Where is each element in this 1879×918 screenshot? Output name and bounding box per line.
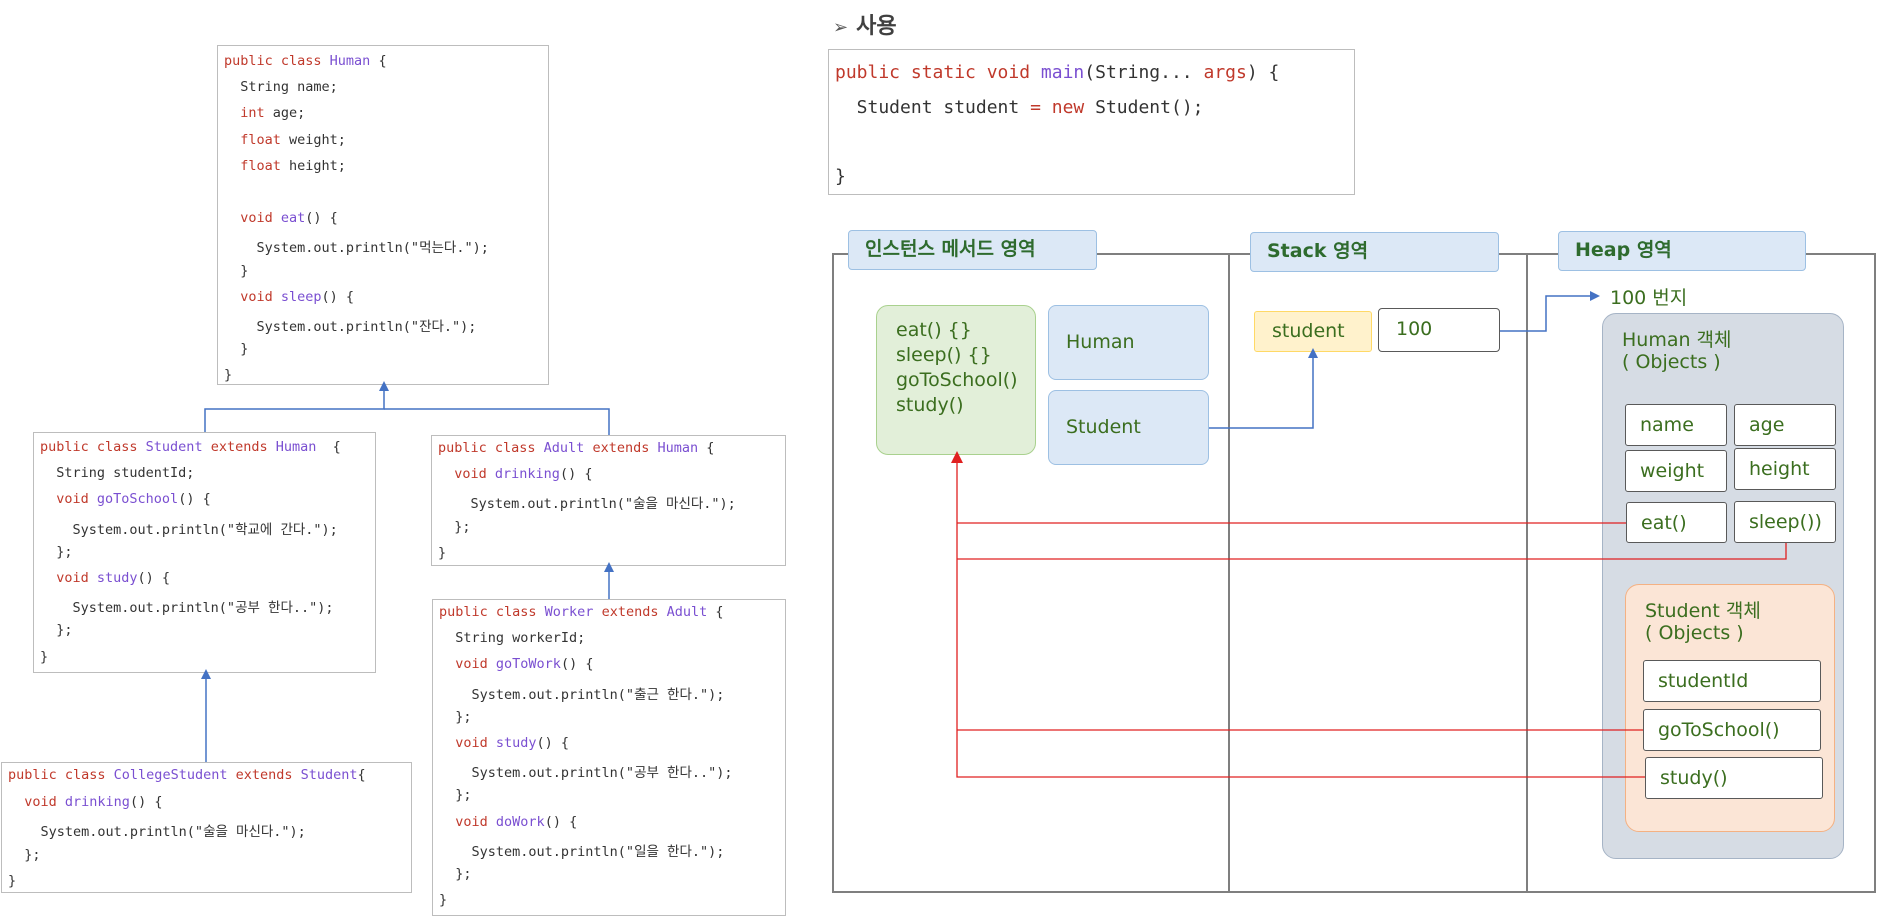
study-method-ref (951, 451, 1645, 778)
adult-to-human-arrow (384, 408, 610, 435)
connector-overlay (201, 291, 1787, 778)
stack-to-heap-arrow (1500, 291, 1600, 332)
sleep-method-ref (957, 543, 1787, 560)
student-to-human-arrow (204, 381, 389, 432)
student-class-ref-arrow (1209, 348, 1318, 429)
